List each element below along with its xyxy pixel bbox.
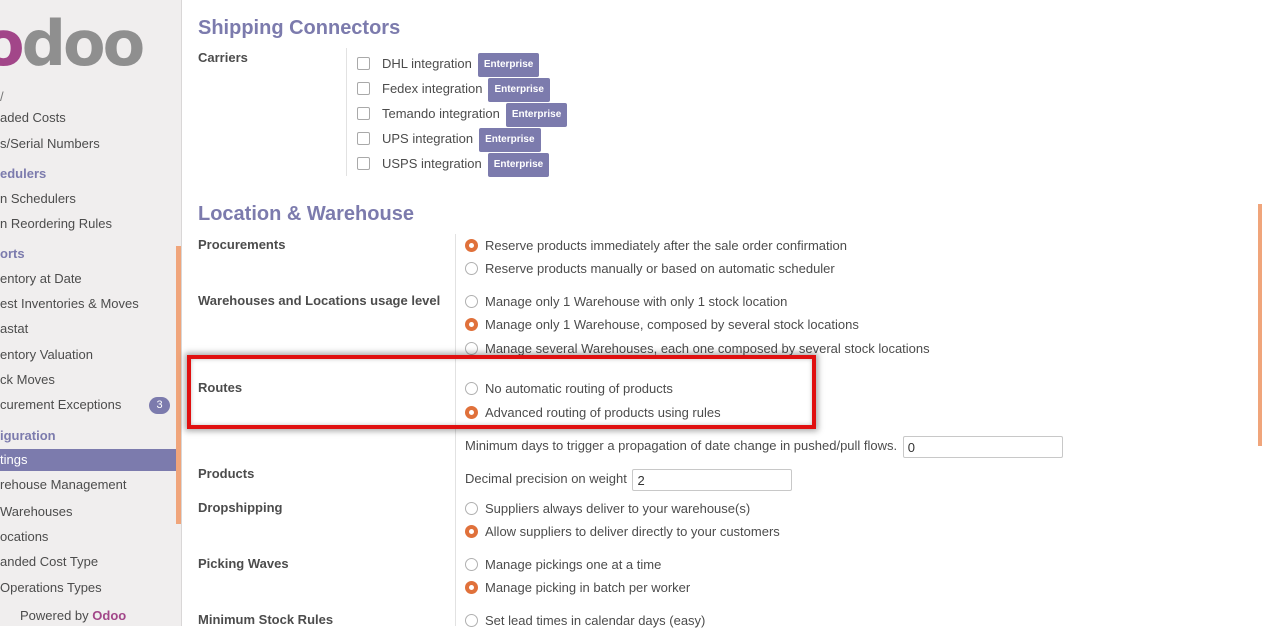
- radio[interactable]: [465, 342, 478, 355]
- carrier-ups[interactable]: UPS integration Enterprise: [357, 128, 541, 152]
- sidebar-item-latest-inventories[interactable]: est Inventories & Moves: [0, 293, 176, 315]
- radio[interactable]: [465, 295, 478, 308]
- sidebar-item-intrastat[interactable]: astat: [0, 318, 176, 340]
- usage-one-location[interactable]: Manage only 1 Warehouse with only 1 stoc…: [465, 292, 787, 312]
- carriers-label: Carriers: [198, 50, 248, 65]
- radio[interactable]: [465, 502, 478, 515]
- min-stock-rules-label: Minimum Stock Rules: [198, 612, 334, 627]
- dropshipping-label: Dropshipping: [198, 500, 283, 515]
- carrier-dhl[interactable]: DHL integration Enterprise: [357, 53, 540, 77]
- enterprise-badge: Enterprise: [477, 53, 540, 77]
- carrier-usps[interactable]: USPS integration Enterprise: [357, 153, 550, 177]
- sidebar-item-landed-costs[interactable]: aded Costs: [0, 107, 176, 129]
- procurement-reserve-immediately[interactable]: Reserve products immediately after the s…: [465, 236, 847, 256]
- carrier-fedex[interactable]: Fedex integration Enterprise: [357, 78, 550, 102]
- exceptions-count-badge: 3: [149, 397, 170, 414]
- enterprise-badge: Enterprise: [488, 78, 550, 102]
- section-title-shipping: Shipping Connectors: [198, 17, 401, 39]
- sidebar-item-stock-moves[interactable]: ck Moves: [0, 369, 176, 391]
- radio-selected[interactable]: [465, 525, 478, 538]
- enterprise-badge: Enterprise: [479, 128, 541, 152]
- procurements-label: Procurements: [198, 237, 286, 252]
- picking-batch[interactable]: Manage picking in batch per worker: [465, 578, 690, 598]
- picking-waves-label: Picking Waves: [198, 556, 289, 571]
- enterprise-badge: Enterprise: [505, 103, 568, 127]
- sidebar-heading-configuration: iguration: [0, 428, 56, 443]
- carriers-divider: [346, 48, 347, 176]
- page-scroll-accent: [1258, 204, 1262, 446]
- sidebar-item-inventory-valuation[interactable]: entory Valuation: [0, 344, 176, 366]
- radio-selected[interactable]: [465, 239, 478, 252]
- powered-by-link[interactable]: Odoo: [92, 608, 126, 623]
- radio[interactable]: [465, 614, 478, 627]
- sidebar-item-warehouses[interactable]: Warehouses: [0, 501, 176, 523]
- procurement-reserve-manually[interactable]: Reserve products manually or based on au…: [465, 259, 835, 279]
- sidebar: odoo / aded Costs s/Serial Numbers edule…: [0, 0, 182, 626]
- sidebar-heading-schedulers: edulers: [0, 166, 47, 181]
- decimal-precision-input[interactable]: 2: [632, 468, 793, 491]
- min-days-row: Minimum days to trigger a propagation of…: [465, 434, 1063, 458]
- sidebar-item-serial-numbers[interactable]: s/Serial Numbers: [0, 133, 176, 155]
- radio-selected[interactable]: [465, 318, 478, 331]
- min-days-input[interactable]: 0: [902, 435, 1063, 458]
- radio[interactable]: [465, 262, 478, 275]
- picking-one-at-a-time[interactable]: Manage pickings one at a time: [465, 555, 661, 575]
- sidebar-item-warehouse-management[interactable]: rehouse Management: [0, 474, 176, 496]
- sidebar-heading-reports: orts: [0, 246, 25, 261]
- routes-highlight-box: [187, 355, 816, 429]
- sidebar-item-landed-cost-type[interactable]: anded Cost Type: [0, 551, 176, 573]
- sidebar-scroll-accent: [176, 246, 181, 524]
- sidebar-truncated-item: /: [0, 89, 4, 104]
- location-divider: [455, 234, 456, 626]
- powered-by: Powered by Odoo: [20, 608, 127, 623]
- radio[interactable]: [465, 558, 478, 571]
- section-title-location-warehouse: Location & Warehouse: [198, 203, 414, 225]
- radio-selected[interactable]: [465, 581, 478, 594]
- usage-level-label: Warehouses and Locations usage level: [198, 293, 441, 308]
- decimal-precision-row: Decimal precision on weight 2: [465, 467, 793, 491]
- sidebar-item-settings[interactable]: tings: [0, 449, 176, 471]
- dhl-checkbox[interactable]: [357, 57, 370, 70]
- ups-checkbox[interactable]: [357, 132, 370, 145]
- carrier-temando[interactable]: Temando integration Enterprise: [357, 103, 568, 127]
- odoo-logo[interactable]: odoo: [0, 8, 145, 80]
- temando-checkbox[interactable]: [357, 107, 370, 120]
- sidebar-item-reordering-rules[interactable]: n Reordering Rules: [0, 213, 176, 235]
- products-label: Products: [198, 466, 255, 481]
- usage-several-locations[interactable]: Manage only 1 Warehouse, composed by sev…: [465, 315, 859, 335]
- sidebar-item-locations[interactable]: ocations: [0, 526, 176, 548]
- settings-form: Shipping Connectors Carriers DHL integra…: [182, 0, 1262, 628]
- sidebar-item-operations-types[interactable]: Operations Types: [0, 577, 176, 599]
- enterprise-badge: Enterprise: [487, 153, 550, 177]
- fedex-checkbox[interactable]: [357, 82, 370, 95]
- sidebar-item-run-schedulers[interactable]: n Schedulers: [0, 188, 176, 210]
- usps-checkbox[interactable]: [357, 157, 370, 170]
- dropship-direct[interactable]: Allow suppliers to deliver directly to y…: [465, 522, 780, 542]
- dropship-warehouse[interactable]: Suppliers always deliver to your warehou…: [465, 499, 750, 519]
- lead-times-calendar[interactable]: Set lead times in calendar days (easy): [465, 611, 705, 631]
- sidebar-item-inventory-at-date[interactable]: entory at Date: [0, 268, 176, 290]
